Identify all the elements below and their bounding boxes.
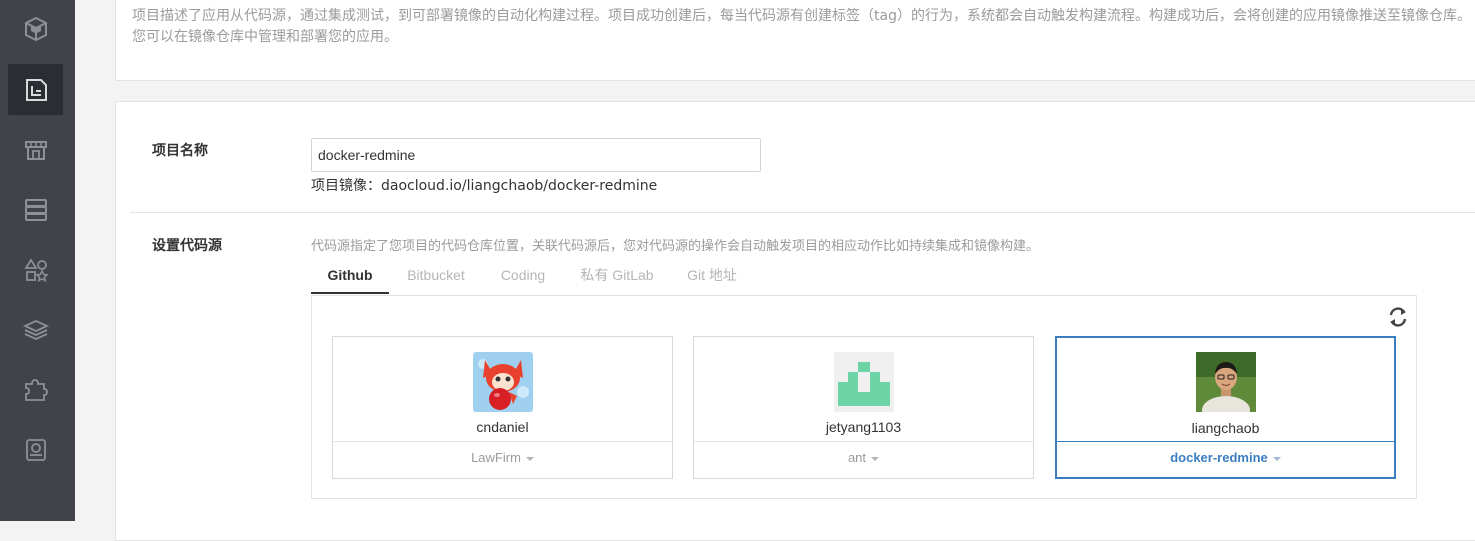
project-image-label: 项目镜像： [311,178,381,194]
org-select-value: LawFirm [471,450,521,465]
caret-down-icon [871,456,880,461]
store-icon [24,140,47,160]
caret-down-icon [1272,456,1281,461]
org-select[interactable]: LawFirm [333,450,672,465]
tab-private-gitlab[interactable]: 私有 GitLab [569,260,665,294]
refresh-icon[interactable] [1387,306,1409,328]
code-source-tabs: Github Bitbucket Coding 私有 GitLab Git 地址 [311,260,1416,294]
project-description: 项目描述了应用从代码源，通过集成测试，到可部署镜像的自动化构建过程。项目成功创建… [132,8,1471,45]
org-select-value: ant [847,450,867,465]
layers-icon [22,319,49,340]
hdd-icon [25,438,46,461]
code-source-hint: 代码源指定了您项目的代码仓库位置，关联代码源后，您对代码源的操作会自动触发项目的… [311,239,1040,254]
account-divider [694,441,1033,442]
tab-coding[interactable]: Coding [487,260,559,294]
project-form-card: 项目名称 项目镜像：daocloud.io/liangchaob/docker-… [115,101,1475,541]
account-card-liangchaob[interactable]: liangchaob docker-redmine [1055,336,1396,479]
sidebar-item-projects[interactable] [8,64,63,115]
sidebar-item-logo[interactable] [8,3,63,54]
sidebar-item-servers[interactable] [8,184,63,235]
account-name: cndaniel [476,419,529,435]
sidebar-item-plugins[interactable] [8,364,63,415]
fox-avatar [472,352,533,412]
project-image-value: daocloud.io/liangchaob/docker-redmine [381,178,658,194]
caret-down-icon [525,456,534,461]
server-icon [24,198,47,221]
section-divider [130,212,1475,213]
project-name-label: 项目名称 [152,143,208,159]
tab-github[interactable]: Github [311,260,389,294]
sidebar-item-services[interactable] [8,244,63,295]
code-source-label: 设置代码源 [152,238,222,254]
photo-avatar [1195,352,1256,412]
org-select[interactable]: ant [694,450,1033,465]
project-icon [25,78,47,101]
account-card-jetyang1103[interactable]: jetyang1103 ant [693,336,1034,479]
project-image-line: 项目镜像：daocloud.io/liangchaob/docker-redmi… [311,175,657,195]
account-card-cndaniel[interactable]: cndaniel LawFirm [332,336,673,479]
account-name: jetyang1103 [825,419,902,435]
github-accounts-panel: cndaniel LawFirm jetyang1103 ant liangch… [311,295,1417,499]
org-select[interactable]: docker-redmine [1057,450,1394,465]
sidebar-item-store[interactable] [8,124,63,175]
org-select-value: docker-redmine [1170,450,1268,465]
project-name-input[interactable] [311,138,761,172]
sidebar-item-layers[interactable] [8,304,63,355]
shapes-icon [23,257,49,282]
sidebar-item-storage[interactable] [8,424,63,475]
account-divider [1057,441,1394,442]
tab-git-url[interactable]: Git 地址 [675,260,749,294]
account-name: liangchaob [1191,420,1260,436]
sidebar [0,0,75,521]
cube-logo-icon [24,16,47,41]
puzzle-icon [24,378,48,401]
account-divider [333,441,672,442]
tab-bitbucket[interactable]: Bitbucket [395,260,477,294]
intro-card: 项目描述了应用从代码源，通过集成测试，到可部署镜像的自动化构建过程。项目成功创建… [115,0,1475,81]
identicon-avatar [833,352,894,412]
